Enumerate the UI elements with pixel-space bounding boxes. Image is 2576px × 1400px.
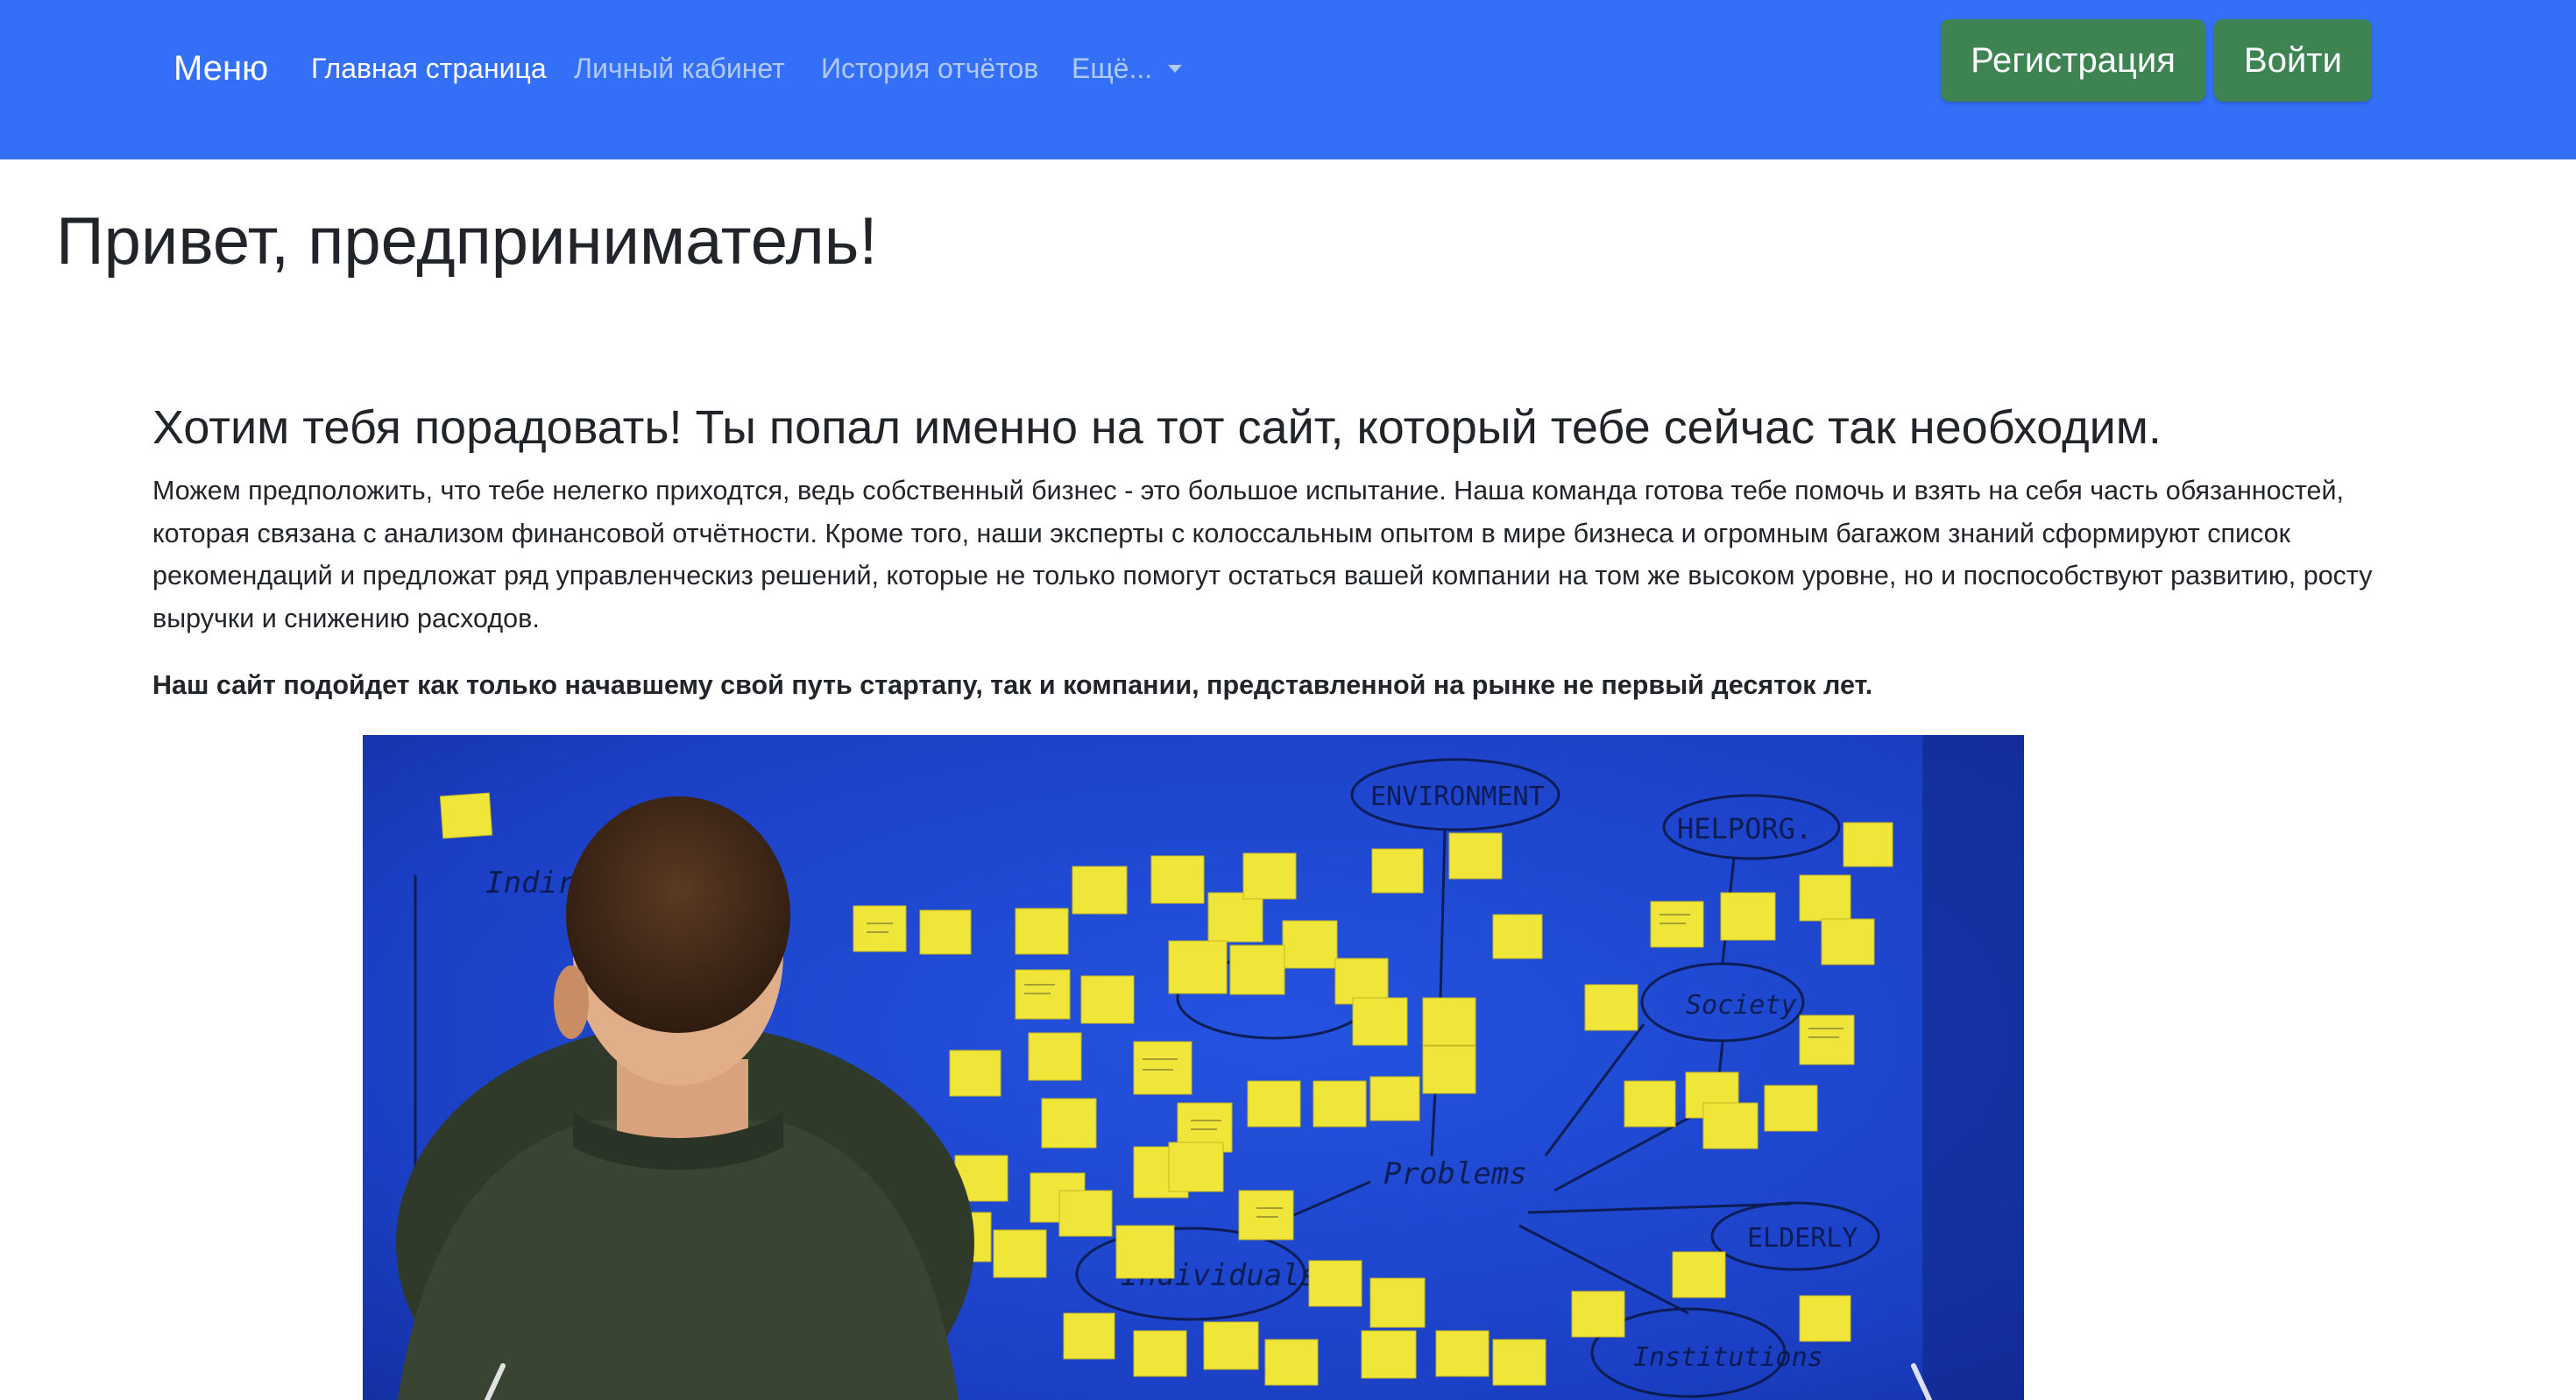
nav-link-reports-history[interactable]: История отчётов xyxy=(821,49,1038,88)
svg-text:HELPORG.: HELPORG. xyxy=(1677,812,1812,845)
intro-paragraph: Можем предположить, что тебе нелегко при… xyxy=(152,476,2373,633)
chevron-left-icon xyxy=(485,1363,506,1400)
carousel-prev-button[interactable] xyxy=(442,1348,547,1400)
nav-link-account[interactable]: Личный кабинет xyxy=(574,49,785,88)
svg-text:ELDERLY: ELDERLY xyxy=(1747,1223,1858,1254)
svg-text:Society: Society xyxy=(1686,990,1796,1021)
svg-text:Institutions: Institutions xyxy=(1633,1342,1823,1373)
nav-dropdown-label: Ещё... xyxy=(1072,53,1153,84)
image-carousel[interactable]: ENVIRONMENT HELPORG. Indirect Society Pr… xyxy=(363,735,2024,1400)
navbar-brand[interactable]: Меню xyxy=(173,44,268,93)
carousel-image: ENVIRONMENT HELPORG. Indirect Society Pr… xyxy=(363,735,2024,1400)
svg-text:ENVIRONMENT: ENVIRONMENT xyxy=(1370,781,1545,812)
carousel-next-button[interactable] xyxy=(1870,1348,1975,1400)
register-button[interactable]: Регистрация xyxy=(1941,19,2205,102)
page-subtitle: Хотим тебя порадовать! Ты попал именно н… xyxy=(152,401,2162,454)
page-title: Привет, предприниматель! xyxy=(56,204,878,279)
top-navbar: Меню Главная страница Личный кабинет Ист… xyxy=(0,0,2576,159)
highlight-paragraph: Наш сайт подойдет как только начавшему с… xyxy=(152,670,1873,700)
caret-down-icon xyxy=(1168,65,1183,73)
nav-link-home[interactable]: Главная страница xyxy=(311,49,547,88)
chevron-right-icon xyxy=(1911,1363,1932,1400)
login-button[interactable]: Войти xyxy=(2214,19,2372,102)
nav-dropdown-more[interactable]: Ещё... xyxy=(1072,49,1183,88)
svg-text:Problems: Problems xyxy=(1384,1156,1527,1191)
